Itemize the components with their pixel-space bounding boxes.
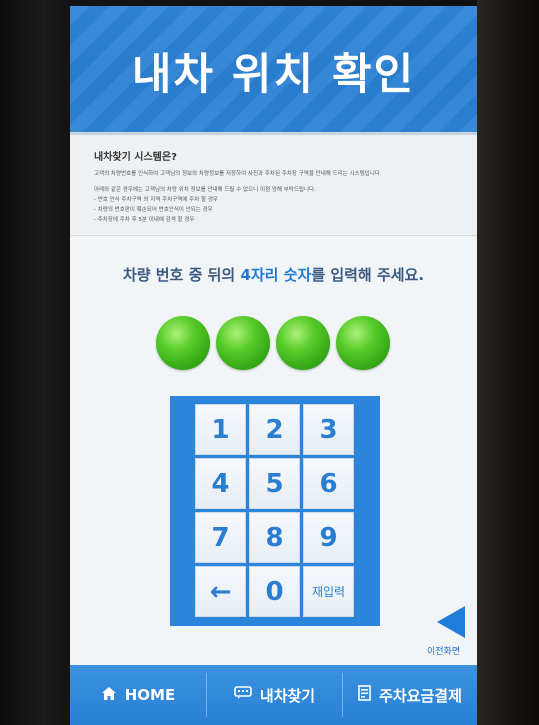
reset-button[interactable]: 재입력	[303, 566, 354, 617]
home-label: HOME	[124, 686, 176, 704]
parking-payment-label: 주차요금결제	[379, 686, 462, 705]
key-2[interactable]: 2	[249, 404, 300, 455]
digit-dot	[156, 316, 210, 370]
receipt-icon	[358, 685, 371, 705]
find-car-button[interactable]: 내차찾기	[207, 665, 342, 725]
digit-dot	[276, 316, 330, 370]
chat-icon	[234, 686, 252, 704]
header-banner: 내차 위치 확인	[70, 6, 477, 132]
home-icon	[101, 686, 117, 705]
find-car-label: 내차찾기	[259, 686, 316, 705]
digit-dot	[336, 316, 390, 370]
triangle-left-icon	[437, 606, 465, 638]
key-1[interactable]: 1	[195, 404, 246, 455]
back-button[interactable]: 이전화면	[427, 606, 467, 666]
key-9[interactable]: 9	[303, 512, 354, 563]
key-8[interactable]: 8	[249, 512, 300, 563]
page-title: 내차 위치 확인	[131, 50, 416, 100]
input-prompt: 차량 번호 중 뒤의 4자리 숫자를 입력해 주세요.	[70, 264, 477, 285]
info-line: 고객의 차량번호를 인식하여 고객님의 정보와 차량정보를 저장하여 사진과 주…	[94, 171, 382, 177]
key-6[interactable]: 6	[303, 458, 354, 509]
digit-indicators	[156, 316, 396, 376]
digit-dot	[216, 316, 270, 370]
parking-payment-button[interactable]: 주차요금결제	[343, 665, 477, 725]
prompt-text: 를 입력해 주세요.	[311, 266, 425, 284]
backspace-key[interactable]: ←	[195, 566, 246, 617]
key-4[interactable]: 4	[195, 458, 246, 509]
prompt-highlight: 4자리 숫자	[240, 266, 312, 284]
key-5[interactable]: 5	[249, 458, 300, 509]
home-button[interactable]: HOME	[70, 665, 206, 725]
key-3[interactable]: 3	[303, 404, 354, 455]
info-line: 아래와 같은 경우에는 고객님의 차량 위치 정보를 안내해 드릴 수 없으니 …	[94, 187, 316, 193]
wall-background	[477, 0, 539, 725]
info-line: - 차량의 번호판이 훼손되어 번호인식이 안되는 경우	[94, 207, 213, 213]
numeric-keypad: 1 2 3 4 5 6 7 8 9 ← 0 재입력	[170, 396, 380, 626]
key-0[interactable]: 0	[249, 566, 300, 617]
footer-nav: HOME 내차찾기 주차요금결제	[70, 665, 477, 725]
info-panel: 내차찾기 시스템은? 고객의 차량번호를 인식하여 고객님의 정보와 차량정보를…	[70, 132, 477, 236]
info-line: - 번호 인식 주차구역 외 지역 주차구역에 주차 할 경우	[94, 197, 218, 203]
prompt-text: 차량 번호 중 뒤의	[122, 266, 241, 284]
info-title: 내차찾기 시스템은?	[94, 152, 177, 163]
kiosk-screen: 내차 위치 확인 내차찾기 시스템은? 고객의 차량번호를 인식하여 고객님의 …	[70, 6, 477, 725]
back-label: 이전화면	[427, 647, 461, 657]
key-7[interactable]: 7	[195, 512, 246, 563]
info-line: - 주차장에 주차 후 5분 이내에 검색 할 경우	[94, 217, 195, 223]
